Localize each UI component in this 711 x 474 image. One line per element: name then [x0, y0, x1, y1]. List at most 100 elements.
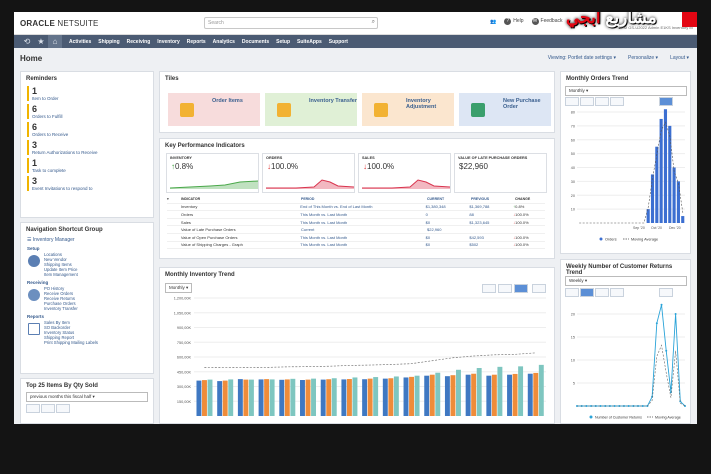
tile-inventory-adjustment[interactable]: Inventory Adjustment — [362, 93, 454, 126]
bar[interactable] — [486, 375, 492, 416]
table-cell[interactable]: $1,323,645 — [469, 220, 513, 225]
bar[interactable] — [409, 376, 415, 416]
returns-period-select[interactable]: Weekly ▾ — [565, 276, 687, 286]
table-cell[interactable]: 88 — [469, 212, 513, 217]
bar[interactable] — [207, 379, 213, 416]
bar[interactable] — [465, 374, 471, 416]
bar[interactable] — [237, 379, 243, 416]
bar[interactable] — [655, 146, 659, 223]
data-point[interactable] — [660, 303, 663, 306]
chart-type-table-button[interactable] — [56, 404, 70, 413]
chart-type-area-button[interactable] — [565, 97, 579, 106]
chart-type-area-button[interactable] — [565, 288, 579, 297]
bar[interactable] — [362, 379, 368, 416]
table-row[interactable]: Sales This Month vs. Last Month $0 $1,323,6… — [167, 219, 545, 227]
reminder-label[interactable]: Task to complete — [32, 168, 147, 173]
bar[interactable] — [491, 374, 497, 416]
bar[interactable] — [228, 379, 234, 416]
bar[interactable] — [243, 379, 249, 416]
layout-menu[interactable]: Layout ▾ — [670, 55, 689, 61]
reminder-label[interactable]: Orders to Receive — [32, 132, 147, 137]
bar[interactable] — [373, 377, 379, 416]
table-cell[interactable]: This Month vs. Last Month — [300, 212, 425, 217]
table-cell[interactable]: $0 — [426, 235, 470, 240]
table-cell[interactable]: Current — [301, 227, 427, 232]
reminder-item[interactable]: 1 Item to Order — [27, 86, 147, 101]
netsuite-logo[interactable]: ORACLE NETSUITE — [20, 19, 99, 28]
nav-receiving[interactable]: Receiving — [127, 39, 151, 45]
kpi-card[interactable]: INVENTORY ↑0.8% — [166, 153, 259, 193]
bar[interactable] — [659, 118, 663, 223]
bar[interactable] — [217, 381, 223, 416]
chart-type-bar-button[interactable] — [514, 284, 528, 293]
nav-analytics[interactable]: Analytics — [213, 39, 235, 45]
bar[interactable] — [202, 380, 207, 416]
bar[interactable] — [650, 174, 655, 223]
reminder-item[interactable]: 6 Orders to Receive — [27, 122, 147, 137]
tile-new-purchase-order[interactable]: New Purchase Order — [459, 93, 551, 126]
bar[interactable] — [497, 366, 503, 416]
kpi-card[interactable]: SALES ↓100.0% — [358, 153, 451, 193]
bar[interactable] — [471, 373, 477, 416]
bar[interactable] — [284, 379, 290, 416]
feedback-link[interactable]: ✉ Feedback — [531, 18, 563, 25]
bar[interactable] — [279, 379, 285, 416]
bar[interactable] — [668, 125, 672, 223]
expand-icon[interactable]: ▾ — [167, 197, 181, 201]
legend-label[interactable]: Orders — [605, 238, 617, 242]
reminder-label[interactable]: Item to Order — [32, 96, 147, 101]
chart-type-bar-button[interactable] — [41, 404, 55, 413]
table-cell[interactable]: This Month vs. Last Month — [300, 220, 425, 225]
bar[interactable] — [538, 364, 544, 416]
reminder-item[interactable]: 6 Orders to Fulfill — [27, 104, 147, 119]
bar[interactable] — [476, 368, 482, 416]
bar[interactable] — [444, 376, 450, 416]
reminder-item[interactable]: 3 Return Authorizations to Receive — [27, 140, 147, 155]
bar[interactable] — [300, 380, 305, 416]
nav-support[interactable]: Support — [329, 39, 348, 45]
data-point[interactable] — [655, 322, 658, 325]
bar[interactable] — [196, 380, 202, 416]
bar[interactable] — [527, 373, 533, 416]
bar[interactable] — [681, 216, 685, 223]
bar[interactable] — [258, 379, 264, 416]
bar[interactable] — [326, 379, 332, 416]
bar[interactable] — [388, 378, 394, 416]
orders-period-select[interactable]: Monthly ▾ — [565, 86, 687, 96]
table-cell[interactable]: $1,380,348 — [426, 204, 470, 209]
bar[interactable] — [341, 379, 347, 416]
bar[interactable] — [424, 375, 430, 416]
bar[interactable] — [456, 369, 461, 416]
reminder-item[interactable]: 3 Event Invitations to respond to — [27, 176, 147, 191]
table-row[interactable]: Orders This Month vs. Last Month 0 88 ↓ 100.0… — [167, 211, 545, 219]
table-cell[interactable]: $0 — [426, 242, 470, 247]
people-icon[interactable]: 👥 — [490, 19, 496, 25]
bar[interactable] — [248, 379, 254, 416]
chart-type-bar-button[interactable] — [595, 288, 609, 297]
bar[interactable] — [264, 379, 270, 416]
reminder-label[interactable]: Orders to Fulfill — [32, 114, 147, 119]
chart-type-trend-button[interactable] — [532, 284, 546, 293]
bar[interactable] — [403, 377, 409, 416]
reminder-label[interactable]: Return Authorizations to Receive — [32, 150, 147, 155]
help-link[interactable]: ? Help — [504, 18, 524, 25]
table-row[interactable]: Inventory End of This Month vs. End of La… — [167, 204, 545, 212]
table-cell[interactable]: End of This Month vs. End of Last Month — [300, 204, 425, 209]
nav-inventory[interactable]: Inventory — [157, 39, 180, 45]
global-search-input[interactable]: Search ⌕ — [204, 17, 378, 29]
legend-label[interactable]: Moving Average — [655, 416, 681, 420]
tile-order-items[interactable]: Order Items — [168, 93, 260, 126]
nav-reports[interactable]: Reports — [187, 39, 206, 45]
chart-type-bar-button[interactable] — [595, 97, 609, 106]
search-icon[interactable]: ⌕ — [372, 19, 375, 26]
chart-type-table-button[interactable] — [610, 97, 624, 106]
reminder-item[interactable]: 1 Task to complete — [27, 158, 147, 173]
bar[interactable] — [290, 378, 296, 416]
bar[interactable] — [311, 378, 317, 416]
bar[interactable] — [414, 375, 420, 416]
chart-type-line-button[interactable] — [580, 288, 594, 297]
bar[interactable] — [382, 378, 388, 416]
table-row[interactable]: Value of Late Purchase Orders Current $22,… — [167, 226, 545, 234]
table-cell[interactable]: $0 — [426, 220, 470, 225]
nav-setup[interactable]: Setup — [276, 39, 290, 45]
